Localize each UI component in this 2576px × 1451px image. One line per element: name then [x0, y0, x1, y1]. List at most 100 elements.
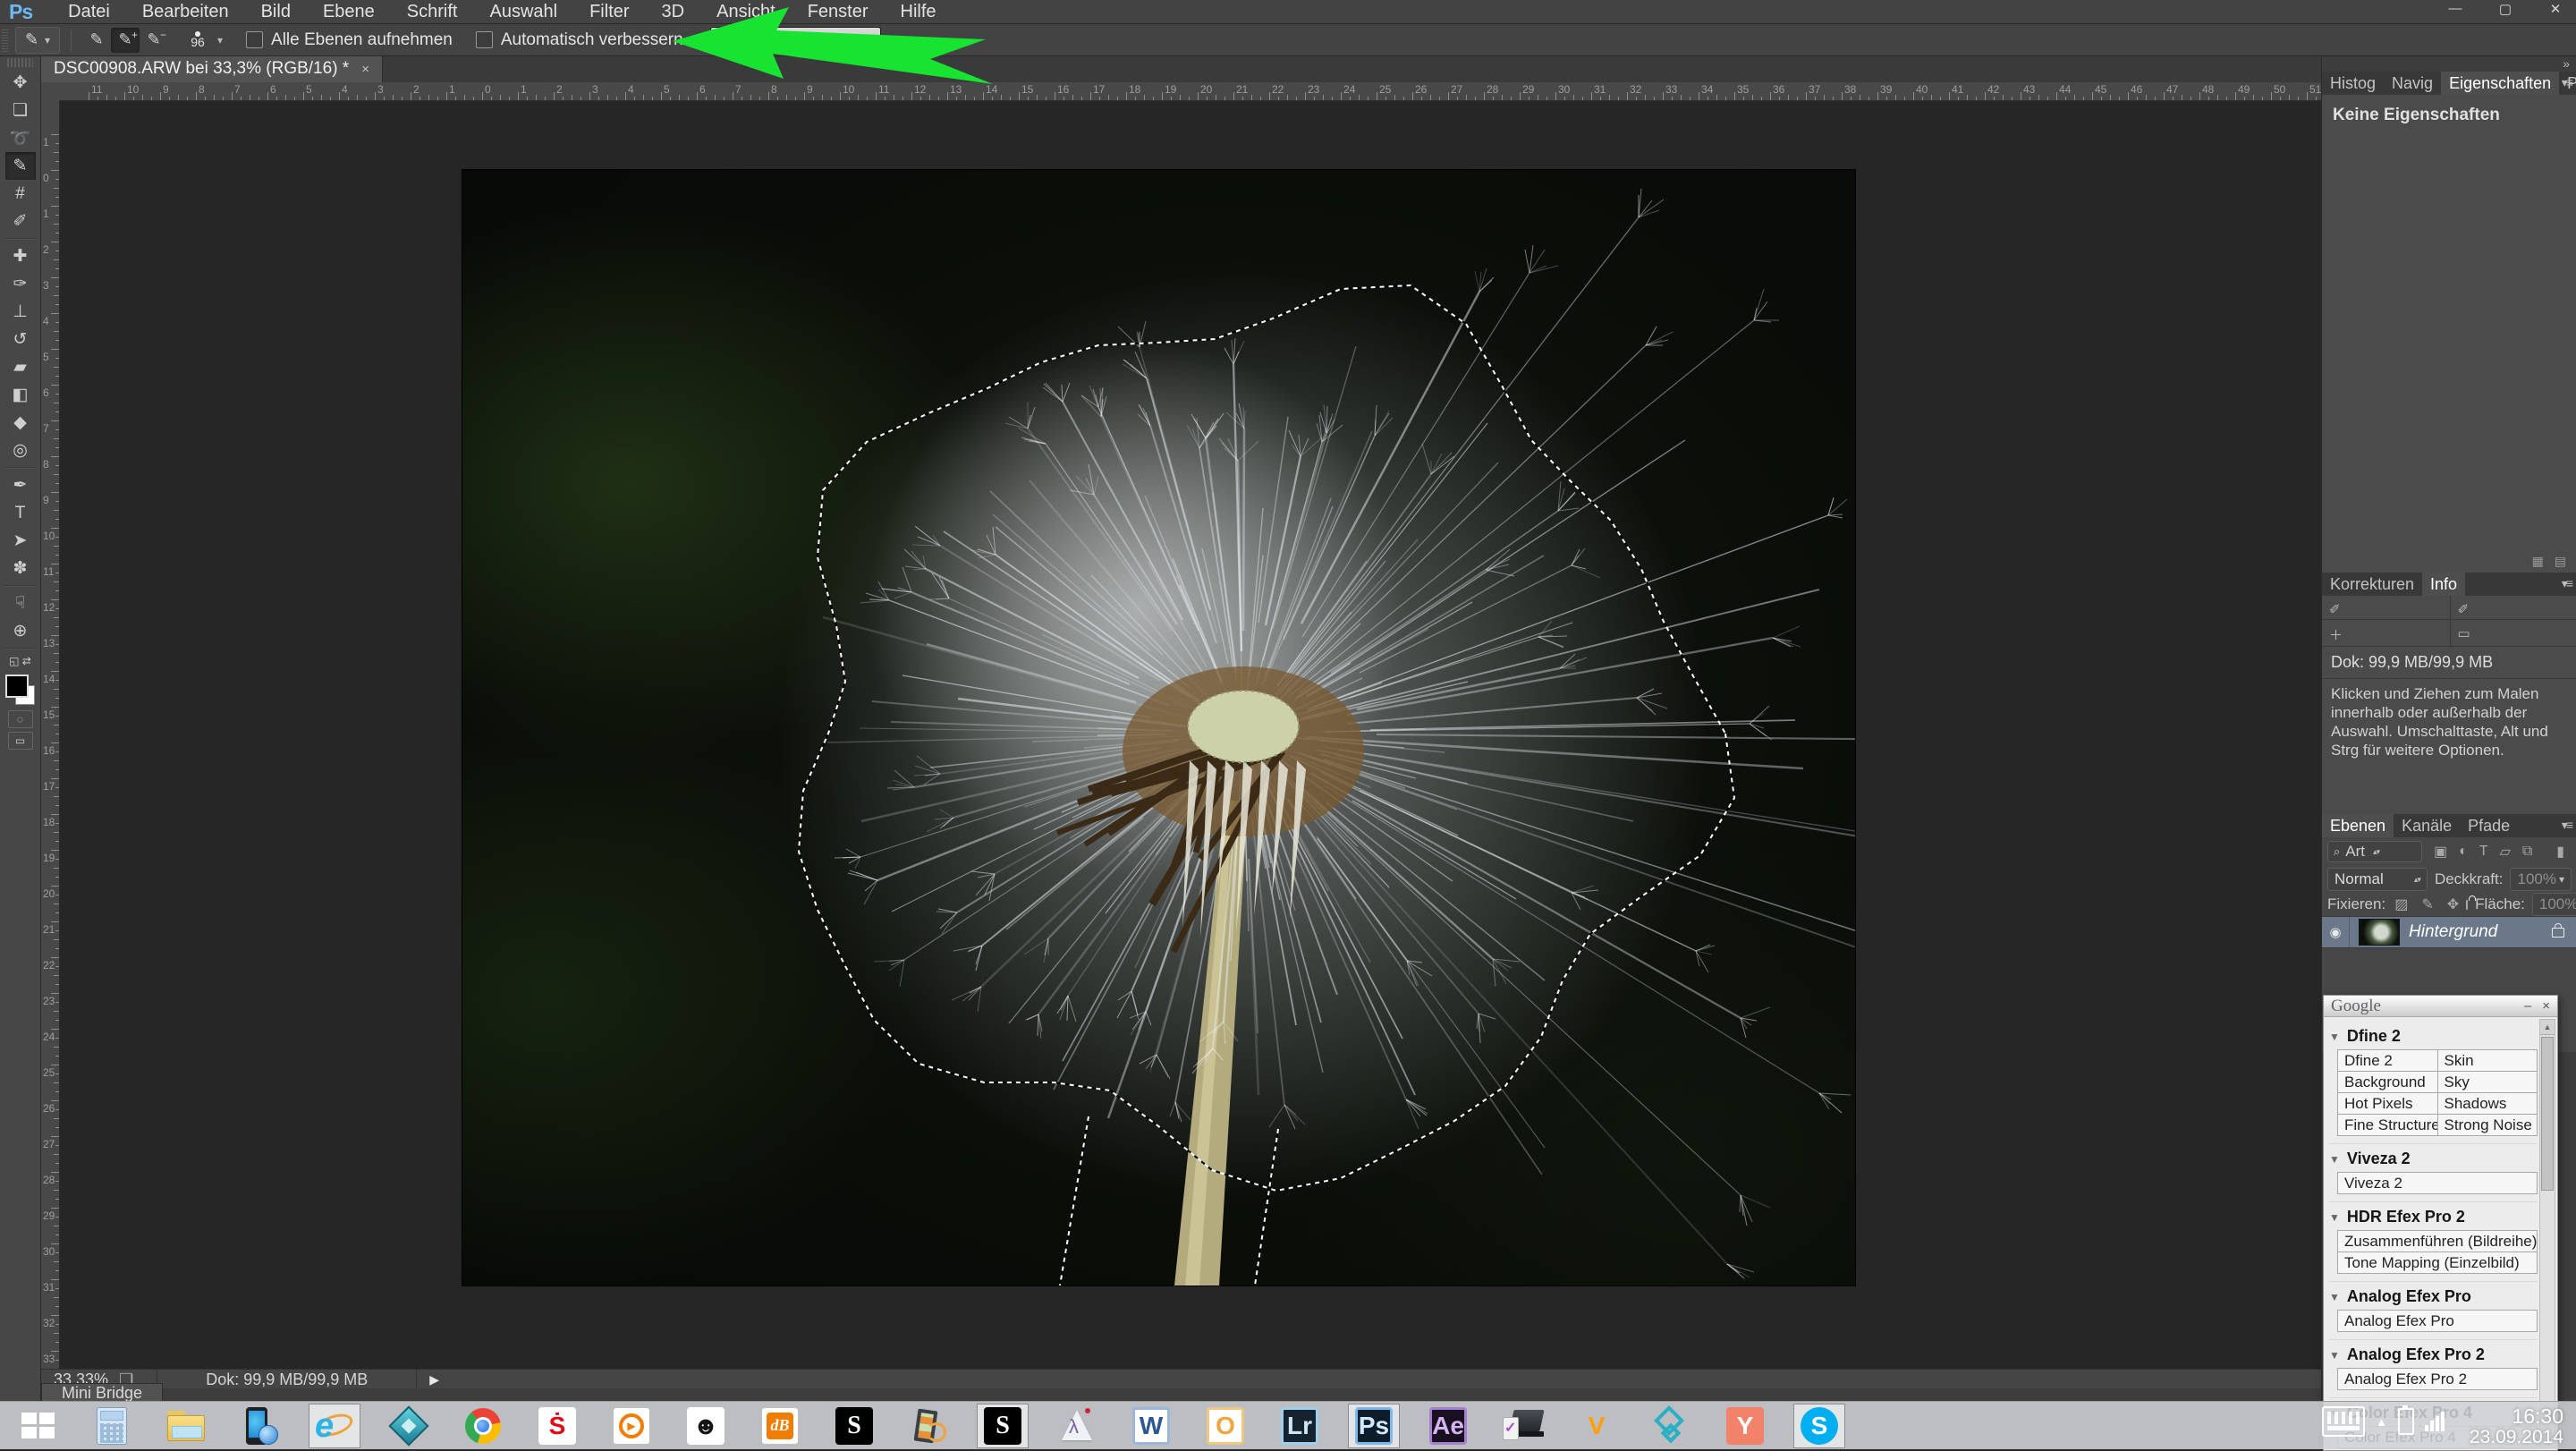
nik-button[interactable]: Analog Efex Pro 2 — [2337, 1368, 2538, 1390]
menu-item-ansicht[interactable]: Ansicht — [700, 2, 792, 22]
taskbar-icon-diamond-app[interactable] — [384, 1404, 434, 1447]
filter-type-layers-icon[interactable]: T — [2479, 844, 2488, 860]
close-button[interactable]: ✕ — [2544, 1, 2567, 17]
blur-tool[interactable]: ◆ — [5, 409, 36, 437]
mini-bridge-tab[interactable]: Mini Bridge — [41, 1383, 163, 1402]
subtract-from-selection-brush-button[interactable]: ✎− — [140, 28, 168, 53]
healing-brush-tool[interactable]: ✚ — [5, 242, 36, 270]
lock-all-icon[interactable] — [2466, 900, 2468, 910]
path-selection-tool[interactable]: ➤ — [5, 527, 36, 555]
triangle-down-icon[interactable]: ▼ — [2329, 1031, 2340, 1043]
panel-menu-icon[interactable]: ▾≡ — [2562, 818, 2572, 833]
history-brush-tool[interactable]: ↺ — [5, 326, 36, 353]
nik-minimize-icon[interactable]: – — [2524, 998, 2531, 1014]
filter-pixel-layers-icon[interactable]: ▣ — [2434, 843, 2447, 861]
add-to-selection-brush-button[interactable]: ✎+ — [111, 28, 140, 53]
move-tool[interactable]: ✥ — [5, 69, 36, 97]
nik-button[interactable]: Dfine 2 — [2337, 1049, 2438, 1072]
canvas-area[interactable]: 1110987654321012345678910111213141516171… — [41, 82, 2321, 1369]
nik-scrollbar[interactable]: ▲ — [2539, 1019, 2555, 1448]
gradient-tool[interactable]: ◧ — [5, 381, 36, 409]
blend-mode-select[interactable]: Normal ▴▾ — [2327, 868, 2428, 891]
taskbar-icon-skype[interactable]: S — [1794, 1404, 1844, 1447]
auto-enhance-option[interactable]: Automatisch verbessern — [476, 30, 683, 50]
battery-icon[interactable] — [2398, 1408, 2414, 1435]
taskbar-icon-word[interactable]: W — [1126, 1404, 1176, 1447]
crosshair-icon[interactable]: ＋ — [2329, 625, 2347, 644]
dodge-tool[interactable]: ◎ — [5, 437, 36, 464]
taskbar-clock[interactable]: 16:30 23.09.2014 — [2470, 1406, 2563, 1447]
sample-all-layers-option[interactable]: Alle Ebenen aufnehmen — [246, 30, 453, 50]
restore-button[interactable]: ▢ — [2494, 1, 2517, 17]
close-tab-icon[interactable]: × — [361, 62, 369, 77]
nik-button[interactable]: Viveza 2 — [2337, 1172, 2538, 1194]
layer-visibility-eye-icon[interactable]: ◉ — [2329, 924, 2341, 940]
pen-tool[interactable]: ✒ — [5, 471, 36, 499]
new-selection-brush-button[interactable]: ✎ — [82, 28, 111, 53]
menu-item-hilfe[interactable]: Hilfe — [885, 2, 953, 22]
taskbar-icon-after-effects[interactable]: Ae — [1423, 1404, 1473, 1447]
panel-menu-icon[interactable]: ▾≡ — [2562, 75, 2572, 90]
menu-item-3d[interactable]: 3D — [646, 2, 701, 22]
taskbar-icon-lambda-prism[interactable]: λ — [1052, 1404, 1102, 1447]
taskbar-icon-smiley-app[interactable]: ☻ — [681, 1404, 731, 1447]
taskbar-icon-orange-media[interactable]: ▶ — [606, 1404, 657, 1447]
taskbar-icon-outlook[interactable]: O — [1200, 1404, 1250, 1447]
taskbar-icon-sparkasse[interactable]: Ṡ — [532, 1404, 582, 1447]
bounds-icon[interactable]: ▭ — [2458, 625, 2476, 644]
brush-tool[interactable]: ✑ — [5, 270, 36, 298]
lock-transparency-icon[interactable]: ▨ — [2394, 895, 2408, 913]
menu-item-bearbeiten[interactable]: Bearbeiten — [126, 2, 245, 22]
taskbar-icon-photoshop[interactable]: Ps — [1349, 1404, 1399, 1447]
nik-button[interactable]: Skin — [2437, 1049, 2538, 1072]
tab-kanäle[interactable]: Kanäle — [2394, 814, 2460, 837]
tab-korrekturen[interactable]: Korrekturen — [2322, 573, 2422, 596]
filter-shape-layers-icon[interactable]: ▱ — [2500, 843, 2511, 861]
layer-filter-type[interactable]: ⌕ Art ▴▾ — [2327, 841, 2422, 862]
triangle-down-icon[interactable]: ▼ — [2329, 1291, 2340, 1303]
type-tool[interactable]: T — [5, 499, 36, 527]
taskbar-icon-calculator[interactable] — [87, 1404, 137, 1447]
hand-tool[interactable]: ☟ — [5, 590, 36, 617]
taskbar-icon-explorer[interactable] — [161, 1404, 211, 1447]
clone-stamp-tool[interactable]: ⊥ — [5, 298, 36, 326]
eraser-tool[interactable]: ▰ — [5, 353, 36, 381]
eyedropper-icon[interactable]: ✐ — [2458, 601, 2476, 617]
nik-title-bar[interactable]: Google – × — [2324, 996, 2557, 1017]
brush-size-picker[interactable]: 96 — [181, 27, 215, 54]
checkbox[interactable] — [246, 31, 263, 48]
nik-button[interactable]: Sky — [2437, 1071, 2538, 1093]
eyedropper-icon[interactable]: ✐ — [2329, 601, 2347, 617]
color-swatches[interactable] — [5, 675, 36, 707]
eyedropper-tool[interactable]: ✐ — [5, 208, 36, 235]
tab-histog[interactable]: Histog — [2322, 72, 2384, 95]
quick-mask-button[interactable]: ◌ — [8, 710, 33, 728]
menu-item-auswahl[interactable]: Auswahl — [473, 2, 573, 22]
layer-thumbnail[interactable] — [2359, 919, 2400, 946]
taskbar-icon-teal-layers[interactable] — [1646, 1404, 1696, 1447]
network-signal-icon[interactable] — [2425, 1412, 2445, 1431]
taskbar-icon-internet-explorer[interactable]: e — [309, 1404, 360, 1447]
chevron-down-icon[interactable]: ▾ — [217, 34, 223, 47]
tool-preset-picker[interactable]: ✎▾ — [15, 27, 60, 54]
taskbar-icon-lightroom[interactable]: Lr — [1275, 1404, 1325, 1447]
quick-selection-tool[interactable]: ✎ — [5, 152, 36, 180]
menu-item-ebene[interactable]: Ebene — [307, 2, 391, 22]
triangle-down-icon[interactable]: ▼ — [2329, 1153, 2340, 1166]
tab-info[interactable]: Info — [2422, 573, 2465, 596]
layer-row-background[interactable]: ◉ Hintergrund — [2322, 916, 2576, 948]
collapse-panels-icon[interactable]: » — [2563, 56, 2570, 71]
refine-edge-button[interactable]: Kante verbessern — [710, 27, 881, 53]
layer-filter-toggle[interactable]: ▮ — [2556, 843, 2564, 861]
lasso-tool[interactable]: ➰ — [5, 124, 36, 152]
fill-value[interactable]: 100% ▾ — [2532, 893, 2576, 916]
menu-item-fenster[interactable]: Fenster — [792, 2, 885, 22]
default-swap-colors-icon[interactable]: ◱ ⇄ — [9, 653, 32, 669]
checkbox[interactable] — [476, 31, 493, 48]
dandelion-image[interactable] — [462, 170, 1855, 1286]
nik-button[interactable]: Analog Efex Pro — [2337, 1310, 2538, 1332]
zoom-tool[interactable]: ⊕ — [5, 617, 36, 645]
tab-pfade[interactable]: Pfade — [2460, 814, 2518, 837]
nik-button[interactable]: Tone Mapping (Einzelbild) — [2337, 1252, 2538, 1274]
tab-eigenschaften[interactable]: Eigenschaften — [2441, 72, 2559, 95]
